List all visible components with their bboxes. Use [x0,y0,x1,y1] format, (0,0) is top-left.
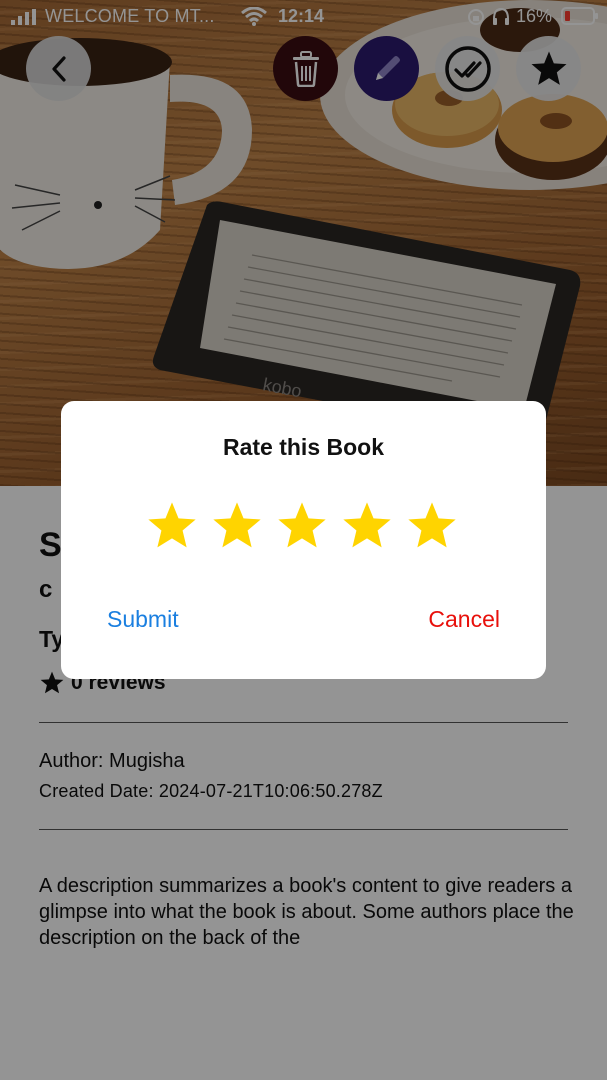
rating-star-2[interactable] [210,499,264,553]
rating-star-5[interactable] [405,499,459,553]
star-rating [145,499,459,553]
submit-button[interactable]: Submit [107,606,179,633]
cancel-button[interactable]: Cancel [428,606,500,633]
rating-star-1[interactable] [145,499,199,553]
rating-star-3[interactable] [275,499,329,553]
dialog-title: Rate this Book [222,434,385,460]
rating-dialog: Rate this Book Submit Cancel [61,401,546,679]
rating-star-4[interactable] [340,499,394,553]
